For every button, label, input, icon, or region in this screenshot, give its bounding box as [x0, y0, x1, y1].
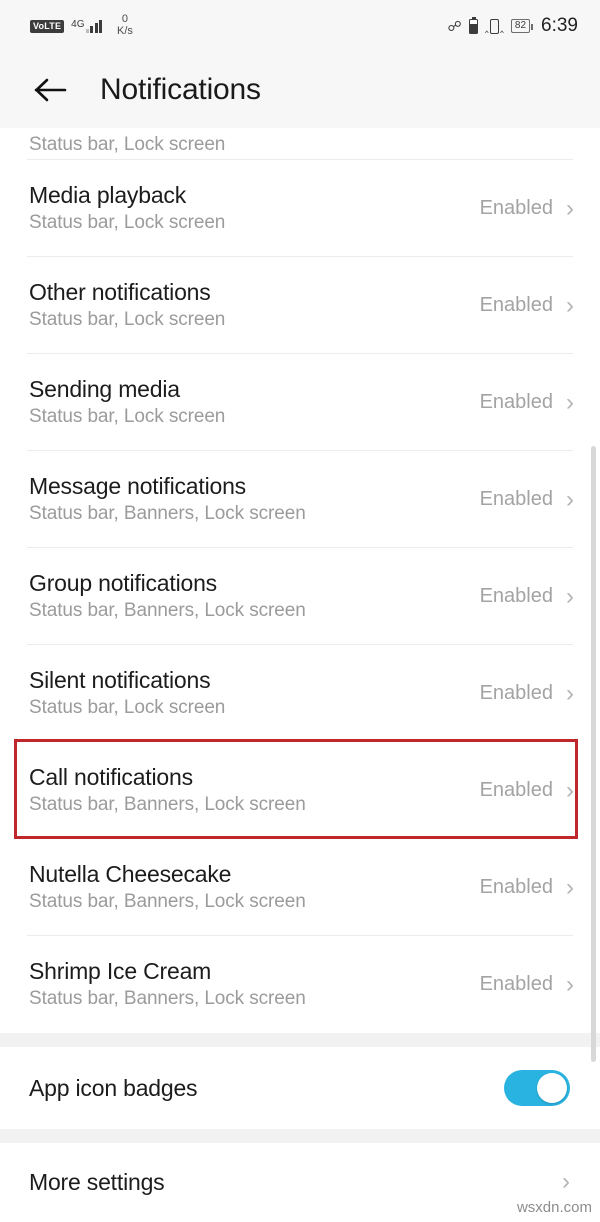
- network-generation-label: 4G: [71, 19, 85, 30]
- chevron-right-icon: ›: [566, 291, 574, 319]
- status-bar-left: VoLTE 4G 0 K/s: [30, 14, 133, 37]
- list-item-subtitle: Status bar, Lock screen: [29, 212, 226, 234]
- data-speed-unit: K/s: [117, 25, 133, 37]
- bluetooth-icon: ☍: [447, 18, 462, 34]
- chevron-right-icon: ›: [566, 388, 574, 416]
- list-item-subtitle: Status bar, Lock screen: [29, 309, 226, 331]
- row-texts: Media playback Status bar, Lock screen: [29, 181, 226, 234]
- row-right: Enabled ›: [479, 873, 574, 901]
- list-item-call-notifications[interactable]: Call notifications Status bar, Banners, …: [0, 742, 600, 839]
- signal-bars-icon: 4G: [71, 19, 103, 33]
- section-gap: [0, 1129, 600, 1143]
- list-item-nutella-cheesecake[interactable]: Nutella Cheesecake Status bar, Banners, …: [0, 839, 600, 936]
- status-badge: Enabled: [479, 876, 553, 898]
- status-bar: VoLTE 4G 0 K/s ☍ ‸ ‸ 82 6:39: [0, 0, 600, 52]
- row-texts: Shrimp Ice Cream Status bar, Banners, Lo…: [29, 957, 306, 1010]
- volte-icon: VoLTE: [30, 19, 65, 33]
- status-bar-right: ☍ ‸ ‸ 82 6:39: [448, 15, 578, 37]
- clock-label: 6:39: [541, 15, 578, 36]
- row-right: Enabled ›: [479, 776, 574, 804]
- list-item-subtitle: Status bar, Banners, Lock screen: [29, 503, 306, 525]
- list-item-silent-notifications[interactable]: Silent notifications Status bar, Lock sc…: [0, 645, 600, 742]
- status-badge: Enabled: [479, 585, 553, 607]
- row-texts: Silent notifications Status bar, Lock sc…: [29, 666, 226, 719]
- chevron-right-icon: ›: [566, 679, 574, 707]
- list-item-subtitle: Status bar, Banners, Lock screen: [29, 891, 306, 913]
- list-item-title: Sending media: [29, 375, 180, 402]
- chevron-right-icon: ›: [566, 194, 574, 222]
- row-texts: Group notifications Status bar, Banners,…: [29, 569, 306, 622]
- vibrate-icon: ‸ ‸: [484, 18, 504, 34]
- list-item-clipped[interactable]: Status bar, Lock screen: [0, 128, 600, 160]
- signal-strength-bars: [85, 19, 103, 33]
- back-arrow-icon[interactable]: [30, 69, 72, 111]
- row-right: Enabled ›: [479, 485, 574, 513]
- status-badge: Enabled: [479, 973, 553, 995]
- list-item-other-notifications[interactable]: Other notifications Status bar, Lock scr…: [0, 257, 600, 354]
- list-item-subtitle: Status bar, Banners, Lock screen: [29, 794, 306, 816]
- list-item-message-notifications[interactable]: Message notifications Status bar, Banner…: [0, 451, 600, 548]
- list-item-title: Call notifications: [29, 763, 193, 790]
- chevron-right-icon: ›: [566, 582, 574, 610]
- chevron-right-icon: ›: [566, 873, 574, 901]
- list-item-sending-media[interactable]: Sending media Status bar, Lock screen En…: [0, 354, 600, 451]
- notification-category-list: Status bar, Lock screen Media playback S…: [0, 128, 600, 1221]
- row-right: Enabled ›: [479, 388, 574, 416]
- chevron-right-icon: ›: [566, 970, 574, 998]
- row-right: Enabled ›: [479, 582, 574, 610]
- status-badge: Enabled: [479, 391, 553, 413]
- list-item-media-playback[interactable]: Media playback Status bar, Lock screen E…: [0, 160, 600, 257]
- status-badge: Enabled: [479, 294, 553, 316]
- small-battery-icon: [468, 16, 478, 34]
- row-texts: Call notifications Status bar, Banners, …: [29, 763, 306, 816]
- list-item-title: Message notifications: [29, 472, 246, 499]
- app-icon-badges-label: App icon badges: [29, 1074, 198, 1101]
- vertical-scrollbar[interactable]: [591, 446, 596, 1062]
- app-header: Notifications: [0, 52, 600, 128]
- list-item-subtitle: Status bar, Lock screen: [29, 697, 226, 719]
- section-gap: [0, 1033, 600, 1047]
- chevron-right-icon: ›: [562, 1168, 570, 1195]
- row-right: Enabled ›: [479, 291, 574, 319]
- app-icon-badges-toggle[interactable]: [504, 1070, 570, 1106]
- status-badge: Enabled: [479, 682, 553, 704]
- row-texts: Status bar, Lock screen: [29, 134, 226, 156]
- list-item-subtitle: Status bar, Lock screen: [29, 406, 226, 428]
- list-item-subtitle: Status bar, Banners, Lock screen: [29, 600, 306, 622]
- battery-percent-badge: 82: [510, 19, 534, 33]
- toggle-knob: [537, 1073, 567, 1103]
- phone-screen: VoLTE 4G 0 K/s ☍ ‸ ‸ 82 6:39 Notificatio…: [0, 0, 600, 1222]
- status-badge: Enabled: [479, 488, 553, 510]
- list-item-subtitle: Status bar, Banners, Lock screen: [29, 988, 306, 1010]
- row-texts: Sending media Status bar, Lock screen: [29, 375, 226, 428]
- chevron-right-icon: ›: [566, 776, 574, 804]
- list-item-title: Group notifications: [29, 569, 217, 596]
- list-item-title: Nutella Cheesecake: [29, 860, 232, 887]
- status-badge: Enabled: [479, 197, 553, 219]
- row-texts: Other notifications Status bar, Lock scr…: [29, 278, 226, 331]
- row-texts: Nutella Cheesecake Status bar, Banners, …: [29, 860, 306, 913]
- page-title: Notifications: [100, 73, 261, 106]
- list-item-subtitle: Status bar, Lock screen: [29, 134, 226, 156]
- list-item-title: Other notifications: [29, 278, 211, 305]
- list-item-more-settings[interactable]: More settings ›: [0, 1143, 600, 1221]
- data-speed-indicator: 0 K/s: [117, 14, 133, 37]
- list-item-title: Silent notifications: [29, 666, 211, 693]
- list-item-shrimp-ice-cream[interactable]: Shrimp Ice Cream Status bar, Banners, Lo…: [0, 936, 600, 1033]
- watermark-label: wsxdn.com: [516, 1199, 592, 1216]
- list-item-title: Shrimp Ice Cream: [29, 957, 212, 984]
- list-item-group-notifications[interactable]: Group notifications Status bar, Banners,…: [0, 548, 600, 645]
- row-right: Enabled ›: [479, 679, 574, 707]
- list-item-app-icon-badges[interactable]: App icon badges: [0, 1047, 600, 1129]
- list-item-title: Media playback: [29, 181, 187, 208]
- row-right: Enabled ›: [479, 194, 574, 222]
- chevron-right-icon: ›: [566, 485, 574, 513]
- row-right: Enabled ›: [479, 970, 574, 998]
- row-texts: Message notifications Status bar, Banner…: [29, 472, 306, 525]
- more-settings-label: More settings: [29, 1168, 165, 1195]
- status-badge: Enabled: [479, 779, 553, 801]
